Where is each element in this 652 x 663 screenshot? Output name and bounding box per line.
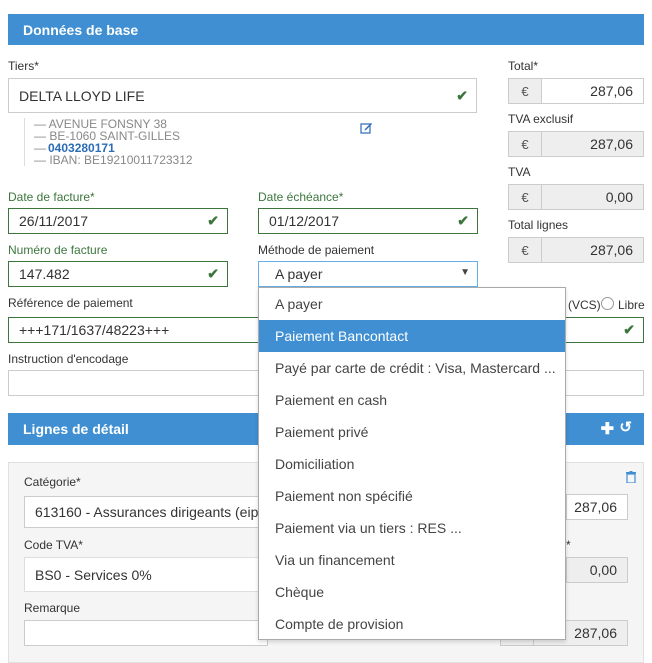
invoice-number-value: 147.482	[19, 266, 70, 282]
detail-amount-input[interactable]: 287,06	[566, 494, 628, 520]
dropdown-option[interactable]: Paiement en cash	[259, 384, 565, 416]
vcs-radio-label: (VCS)	[568, 298, 601, 312]
detail-tva-value: 0,00	[566, 557, 628, 583]
tiers-label: Tiers*	[8, 59, 39, 73]
payment-method-select[interactable]: A payer ▼	[258, 261, 478, 287]
tiers-value: DELTA LLOYD LIFE	[19, 87, 145, 104]
check-icon: ✔	[457, 212, 469, 229]
detail-tva-label: *	[566, 538, 571, 552]
dropdown-option[interactable]: Domiciliation	[259, 448, 565, 480]
invoice-number-label: Numéro de facture	[8, 243, 108, 257]
invoice-date-label: Date de facture*	[8, 190, 95, 204]
invoice-date-input[interactable]: 26/11/2017 ✔	[8, 208, 228, 234]
tva-code-select[interactable]: BS0 - Services 0%	[24, 557, 268, 592]
check-icon: ✔	[456, 87, 468, 103]
category-input[interactable]: 613160 - Assurances dirigeants (eip, g	[24, 496, 268, 528]
iban-line: — IBAN: BE19210011723312	[34, 153, 193, 167]
payment-reference-value: +++171/1637/48223+++	[19, 322, 170, 338]
due-date-input[interactable]: 01/12/2017 ✔	[258, 208, 478, 234]
remark-label: Remarque	[24, 601, 81, 615]
tva-exclusif-label: TVA exclusif	[508, 112, 574, 126]
category-value: 613160 - Assurances dirigeants (eip, g	[35, 504, 268, 520]
remark-input[interactable]	[24, 620, 268, 646]
dropdown-option[interactable]: Compte de provision	[259, 608, 565, 640]
caret-down-icon: ▼	[460, 267, 470, 278]
payment-method-label: Méthode de paiement	[258, 243, 375, 257]
section-header-base: Données de base	[8, 14, 644, 45]
edit-icon[interactable]	[360, 121, 373, 134]
section-title-details: Lignes de détail	[23, 421, 129, 437]
dropdown-option[interactable]: A payer	[259, 288, 565, 320]
section-title-base: Données de base	[23, 21, 139, 38]
tva-exclusif-value: 287,06	[541, 131, 644, 157]
libre-radio[interactable]	[601, 297, 614, 310]
dropdown-option[interactable]: Paiement Bancontact	[259, 320, 565, 352]
dropdown-option[interactable]: Paiement via un tiers : RES ...	[259, 512, 565, 544]
invoice-number-input[interactable]: 147.482 ✔	[8, 261, 228, 287]
tva-currency: €	[508, 184, 542, 210]
dropdown-option[interactable]: Paiement privé	[259, 416, 565, 448]
dropdown-option[interactable]: Via un financement	[259, 544, 565, 576]
check-icon: ✔	[207, 265, 219, 282]
total-currency: €	[508, 78, 542, 104]
payment-method-dropdown: A payer Paiement Bancontact Payé par carte…	[258, 287, 566, 640]
dropdown-option[interactable]: Chèque	[259, 576, 565, 608]
libre-radio-label: Libre	[618, 298, 645, 312]
trash-icon[interactable]	[626, 470, 636, 484]
tva-code-label: Code TVA*	[24, 538, 83, 552]
total-input[interactable]: 287,06	[541, 78, 644, 104]
due-date-value: 01/12/2017	[269, 213, 340, 229]
dropdown-option[interactable]: Paiement non spécifié	[259, 480, 565, 512]
total-label: Total*	[508, 59, 539, 73]
total-lines-label: Total lignes	[508, 218, 569, 232]
payment-method-value: A payer	[275, 266, 323, 282]
tva-value: 0,00	[541, 184, 644, 210]
address-divider	[24, 118, 25, 166]
tiers-input[interactable]: DELTA LLOYD LIFE ✔	[8, 78, 477, 113]
tva-code-value: BS0 - Services 0%	[35, 566, 152, 583]
check-icon: ✔	[623, 321, 635, 338]
category-label: Catégorie*	[24, 475, 81, 489]
check-icon: ✔	[207, 212, 219, 229]
total-lines-currency: €	[508, 237, 542, 263]
due-date-label: Date échéance*	[258, 190, 344, 204]
payment-reference-label: Référence de paiement	[8, 296, 133, 310]
total-lines-value: 287,06	[541, 237, 644, 263]
tva-label: TVA	[508, 165, 531, 179]
dropdown-option[interactable]: Payé par carte de crédit : Visa, Masterc…	[259, 352, 565, 384]
invoice-date-value: 26/11/2017	[19, 213, 89, 229]
encoding-instruction-label: Instruction d'encodage	[8, 352, 129, 366]
reset-icon[interactable]: ↺	[619, 418, 632, 436]
tva-exclusif-currency: €	[508, 131, 542, 157]
add-line-icon[interactable]: ✚	[601, 419, 614, 439]
